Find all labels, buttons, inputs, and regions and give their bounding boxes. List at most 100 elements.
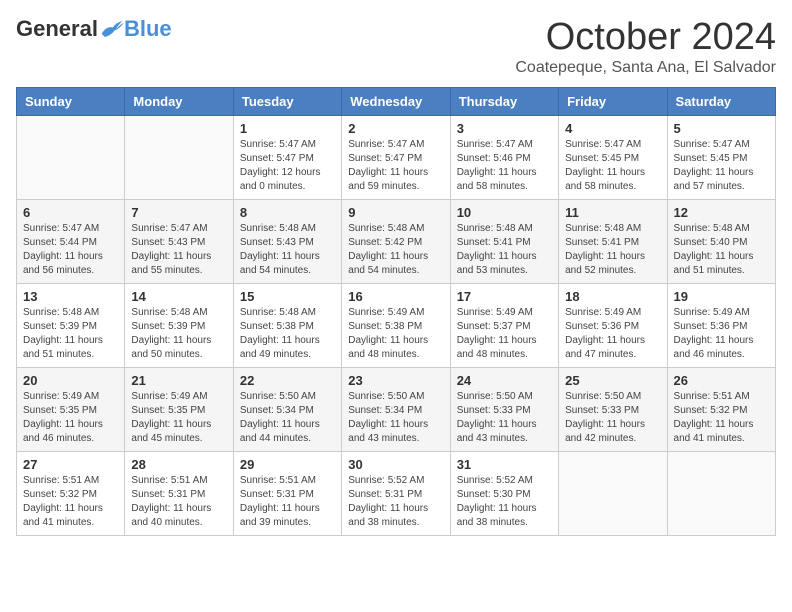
calendar-cell: 20Sunrise: 5:49 AMSunset: 5:35 PMDayligh… bbox=[17, 368, 125, 452]
logo-general: General bbox=[16, 16, 98, 42]
calendar-cell: 5 Sunrise: 5:47 AMSunset: 5:45 PMDaylight… bbox=[667, 116, 775, 200]
day-number: 10 bbox=[457, 205, 552, 220]
calendar-cell: 4 Sunrise: 5:47 AMSunset: 5:45 PMDaylight… bbox=[559, 116, 667, 200]
calendar-cell: 12 Sunrise: 5:48 AMSunset: 5:40 PMDayligh… bbox=[667, 200, 775, 284]
calendar-week-row: 13Sunrise: 5:48 AMSunset: 5:39 PMDayligh… bbox=[17, 284, 776, 368]
day-number: 16 bbox=[348, 289, 443, 304]
calendar-week-row: 20Sunrise: 5:49 AMSunset: 5:35 PMDayligh… bbox=[17, 368, 776, 452]
day-of-week-header: Thursday bbox=[450, 88, 558, 116]
calendar-cell: 8 Sunrise: 5:48 AMSunset: 5:43 PMDaylight… bbox=[233, 200, 341, 284]
cell-info: Sunrise: 5:48 AMSunset: 5:43 PMDaylight:… bbox=[240, 222, 335, 278]
cell-info: Sunrise: 5:49 AMSunset: 5:36 PMDaylight:… bbox=[674, 306, 769, 362]
calendar-cell: 21Sunrise: 5:49 AMSunset: 5:35 PMDayligh… bbox=[125, 368, 233, 452]
cell-info: Sunrise: 5:47 AMSunset: 5:47 PMDaylight:… bbox=[348, 138, 443, 194]
day-of-week-header: Friday bbox=[559, 88, 667, 116]
cell-info: Sunrise: 5:48 AMSunset: 5:40 PMDaylight:… bbox=[674, 222, 769, 278]
cell-info: Sunrise: 5:48 AMSunset: 5:41 PMDaylight:… bbox=[457, 222, 552, 278]
calendar-cell: 22Sunrise: 5:50 AMSunset: 5:34 PMDayligh… bbox=[233, 368, 341, 452]
day-number: 30 bbox=[348, 457, 443, 472]
calendar-cell: 9 Sunrise: 5:48 AMSunset: 5:42 PMDaylight… bbox=[342, 200, 450, 284]
cell-info: Sunrise: 5:48 AMSunset: 5:39 PMDaylight:… bbox=[131, 306, 226, 362]
calendar-cell: 13Sunrise: 5:48 AMSunset: 5:39 PMDayligh… bbox=[17, 284, 125, 368]
title-block: October 2024 Coatepeque, Santa Ana, El S… bbox=[515, 16, 776, 77]
cell-info: Sunrise: 5:49 AMSunset: 5:37 PMDaylight:… bbox=[457, 306, 552, 362]
cell-info: Sunrise: 5:51 AMSunset: 5:32 PMDaylight:… bbox=[674, 390, 769, 446]
day-number: 29 bbox=[240, 457, 335, 472]
day-number: 28 bbox=[131, 457, 226, 472]
calendar-cell: 30 Sunrise: 5:52 AMSunset: 5:31 PMDayligh… bbox=[342, 452, 450, 536]
cell-info: Sunrise: 5:47 AMSunset: 5:45 PMDaylight:… bbox=[674, 138, 769, 194]
cell-info: Sunrise: 5:51 AMSunset: 5:31 PMDaylight:… bbox=[240, 474, 335, 530]
calendar-cell: 14 Sunrise: 5:48 AMSunset: 5:39 PMDayligh… bbox=[125, 284, 233, 368]
cell-info: Sunrise: 5:47 AMSunset: 5:46 PMDaylight:… bbox=[457, 138, 552, 194]
cell-info: Sunrise: 5:52 AMSunset: 5:31 PMDaylight:… bbox=[348, 474, 443, 530]
day-number: 9 bbox=[348, 205, 443, 220]
day-number: 18 bbox=[565, 289, 660, 304]
day-number: 4 bbox=[565, 121, 660, 136]
cell-info: Sunrise: 5:49 AMSunset: 5:35 PMDaylight:… bbox=[131, 390, 226, 446]
calendar-cell: 3 Sunrise: 5:47 AMSunset: 5:46 PMDaylight… bbox=[450, 116, 558, 200]
month-title: October 2024 bbox=[515, 16, 776, 59]
calendar-cell: 7Sunrise: 5:47 AMSunset: 5:43 PMDaylight… bbox=[125, 200, 233, 284]
location: Coatepeque, Santa Ana, El Salvador bbox=[515, 59, 776, 77]
day-number: 26 bbox=[674, 373, 769, 388]
calendar-cell: 2 Sunrise: 5:47 AMSunset: 5:47 PMDaylight… bbox=[342, 116, 450, 200]
cell-info: Sunrise: 5:50 AMSunset: 5:33 PMDaylight:… bbox=[457, 390, 552, 446]
day-number: 27 bbox=[23, 457, 118, 472]
cell-info: Sunrise: 5:50 AMSunset: 5:34 PMDaylight:… bbox=[240, 390, 335, 446]
day-number: 24 bbox=[457, 373, 552, 388]
day-number: 5 bbox=[674, 121, 769, 136]
calendar-header-row: SundayMondayTuesdayWednesdayThursdayFrid… bbox=[17, 88, 776, 116]
day-of-week-header: Sunday bbox=[17, 88, 125, 116]
day-of-week-header: Monday bbox=[125, 88, 233, 116]
day-of-week-header: Saturday bbox=[667, 88, 775, 116]
day-number: 1 bbox=[240, 121, 335, 136]
cell-info: Sunrise: 5:49 AMSunset: 5:38 PMDaylight:… bbox=[348, 306, 443, 362]
cell-info: Sunrise: 5:50 AMSunset: 5:34 PMDaylight:… bbox=[348, 390, 443, 446]
day-number: 15 bbox=[240, 289, 335, 304]
calendar-week-row: 1 Sunrise: 5:47 AMSunset: 5:47 PMDaylight… bbox=[17, 116, 776, 200]
logo-blue: Blue bbox=[124, 16, 172, 42]
day-number: 2 bbox=[348, 121, 443, 136]
cell-info: Sunrise: 5:52 AMSunset: 5:30 PMDaylight:… bbox=[457, 474, 552, 530]
logo: General Blue bbox=[16, 16, 172, 42]
calendar-cell: 25Sunrise: 5:50 AMSunset: 5:33 PMDayligh… bbox=[559, 368, 667, 452]
calendar-cell: 17 Sunrise: 5:49 AMSunset: 5:37 PMDayligh… bbox=[450, 284, 558, 368]
cell-info: Sunrise: 5:47 AMSunset: 5:44 PMDaylight:… bbox=[23, 222, 118, 278]
day-of-week-header: Wednesday bbox=[342, 88, 450, 116]
cell-info: Sunrise: 5:47 AMSunset: 5:47 PMDaylight:… bbox=[240, 138, 335, 194]
day-number: 25 bbox=[565, 373, 660, 388]
calendar-cell: 26 Sunrise: 5:51 AMSunset: 5:32 PMDayligh… bbox=[667, 368, 775, 452]
cell-info: Sunrise: 5:51 AMSunset: 5:32 PMDaylight:… bbox=[23, 474, 118, 530]
calendar-cell bbox=[17, 116, 125, 200]
cell-info: Sunrise: 5:48 AMSunset: 5:42 PMDaylight:… bbox=[348, 222, 443, 278]
calendar-cell: 28Sunrise: 5:51 AMSunset: 5:31 PMDayligh… bbox=[125, 452, 233, 536]
cell-info: Sunrise: 5:48 AMSunset: 5:41 PMDaylight:… bbox=[565, 222, 660, 278]
cell-info: Sunrise: 5:48 AMSunset: 5:38 PMDaylight:… bbox=[240, 306, 335, 362]
cell-info: Sunrise: 5:47 AMSunset: 5:43 PMDaylight:… bbox=[131, 222, 226, 278]
day-number: 12 bbox=[674, 205, 769, 220]
calendar-cell: 18Sunrise: 5:49 AMSunset: 5:36 PMDayligh… bbox=[559, 284, 667, 368]
calendar-cell: 15 Sunrise: 5:48 AMSunset: 5:38 PMDayligh… bbox=[233, 284, 341, 368]
day-of-week-header: Tuesday bbox=[233, 88, 341, 116]
day-number: 23 bbox=[348, 373, 443, 388]
calendar-cell: 19 Sunrise: 5:49 AMSunset: 5:36 PMDayligh… bbox=[667, 284, 775, 368]
calendar-week-row: 27 Sunrise: 5:51 AMSunset: 5:32 PMDayligh… bbox=[17, 452, 776, 536]
day-number: 19 bbox=[674, 289, 769, 304]
day-number: 17 bbox=[457, 289, 552, 304]
calendar-cell bbox=[559, 452, 667, 536]
calendar-cell: 27 Sunrise: 5:51 AMSunset: 5:32 PMDayligh… bbox=[17, 452, 125, 536]
day-number: 14 bbox=[131, 289, 226, 304]
calendar-table: SundayMondayTuesdayWednesdayThursdayFrid… bbox=[16, 87, 776, 536]
day-number: 8 bbox=[240, 205, 335, 220]
calendar-cell: 6Sunrise: 5:47 AMSunset: 5:44 PMDaylight… bbox=[17, 200, 125, 284]
cell-info: Sunrise: 5:49 AMSunset: 5:35 PMDaylight:… bbox=[23, 390, 118, 446]
calendar-cell: 16 Sunrise: 5:49 AMSunset: 5:38 PMDayligh… bbox=[342, 284, 450, 368]
day-number: 11 bbox=[565, 205, 660, 220]
day-number: 3 bbox=[457, 121, 552, 136]
calendar-cell: 1 Sunrise: 5:47 AMSunset: 5:47 PMDaylight… bbox=[233, 116, 341, 200]
calendar-week-row: 6Sunrise: 5:47 AMSunset: 5:44 PMDaylight… bbox=[17, 200, 776, 284]
cell-info: Sunrise: 5:47 AMSunset: 5:45 PMDaylight:… bbox=[565, 138, 660, 194]
calendar-cell: 11 Sunrise: 5:48 AMSunset: 5:41 PMDayligh… bbox=[559, 200, 667, 284]
calendar-cell: 23 Sunrise: 5:50 AMSunset: 5:34 PMDayligh… bbox=[342, 368, 450, 452]
